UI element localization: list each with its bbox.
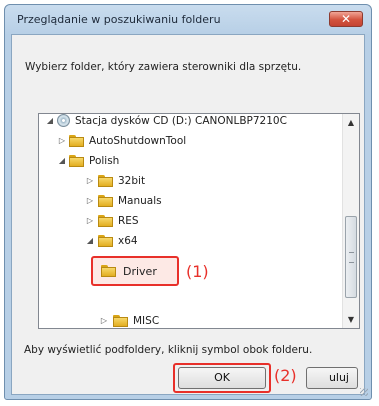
tree-item-32bit[interactable]: ▷ 32bit — [39, 171, 339, 191]
tree-item-label: x64 — [118, 235, 138, 247]
scroll-up-icon[interactable]: ▲ — [343, 114, 359, 131]
folder-icon — [69, 155, 84, 167]
tree-item-autoshutdowntool[interactable]: ▷ AutoShutdownTool — [39, 131, 339, 151]
tree-item-misc[interactable]: ▷ MISC — [39, 311, 339, 328]
tree-item-label: Polish — [89, 155, 120, 167]
callout-2: (2) — [274, 366, 297, 385]
expand-icon[interactable]: ▷ — [85, 191, 95, 211]
expand-icon[interactable]: ▷ — [85, 211, 95, 231]
tree-item-label: RES — [118, 215, 139, 227]
tree-item-polish[interactable]: ◢ Polish — [39, 151, 339, 171]
browse-folder-dialog: Przeglądanie w poszukiwaniu folderu ✕ Wy… — [4, 4, 372, 400]
folder-icon — [98, 215, 113, 227]
tree-item-label: MISC — [133, 315, 160, 327]
close-button[interactable]: ✕ — [329, 11, 363, 27]
dialog-title: Przeglądanie w poszukiwaniu folderu — [17, 13, 221, 26]
cancel-button-label: uluj — [328, 371, 349, 384]
hint-text: Aby wyświetlić podfoldery, kliknij symbo… — [24, 344, 313, 356]
expand-icon[interactable]: ▷ — [85, 171, 95, 191]
tree-item-label: Stacja dysków CD (D:) CANONLBP7210C — [75, 115, 287, 127]
cd-drive-icon — [57, 114, 70, 127]
tree-item-x64[interactable]: ◢ x64 — [39, 231, 339, 251]
collapse-icon[interactable]: ◢ — [45, 114, 55, 131]
instruction-text: Wybierz folder, który zawiera sterowniki… — [25, 61, 302, 73]
expand-icon[interactable]: ▷ — [99, 311, 109, 328]
title-bar[interactable]: Przeglądanie w poszukiwaniu folderu ✕ — [5, 5, 371, 35]
folder-icon — [98, 175, 113, 187]
tree-item-driver-selected[interactable]: Driver — [91, 256, 179, 286]
tree-item-label: AutoShutdownTool — [89, 135, 187, 147]
scroll-thumb[interactable] — [345, 216, 357, 298]
scroll-down-icon[interactable]: ▼ — [343, 311, 359, 328]
tree-item-res[interactable]: ▷ RES — [39, 211, 339, 231]
tree-item-manuals[interactable]: ▷ Manuals — [39, 191, 339, 211]
folder-icon — [69, 135, 84, 147]
expand-icon[interactable]: ▷ — [57, 131, 67, 151]
resize-grip-icon[interactable] — [360, 388, 368, 396]
tree-item-label: Driver — [123, 265, 157, 278]
tree-item-cd-drive[interactable]: ◢ Stacja dysków CD (D:) CANONLBP7210C — [39, 114, 339, 131]
collapse-icon[interactable]: ◢ — [85, 231, 95, 251]
ok-button[interactable]: OK — [178, 367, 266, 389]
collapse-icon[interactable]: ◢ — [57, 151, 67, 171]
tree-item-label: 32bit — [118, 175, 146, 187]
folder-icon — [101, 265, 116, 277]
callout-1: (1) — [186, 262, 209, 281]
close-icon: ✕ — [340, 12, 352, 26]
tree-item-label: Manuals — [118, 195, 162, 207]
cancel-button[interactable]: uluj — [306, 367, 358, 389]
dialog-body: Wybierz folder, który zawiera sterowniki… — [11, 34, 365, 395]
folder-tree[interactable]: ◢ Stacja dysków CD (D:) CANONLBP7210C ▷ … — [38, 113, 360, 329]
folder-icon — [98, 195, 113, 207]
folder-icon — [98, 235, 113, 247]
folder-icon — [113, 315, 128, 327]
tree-scrollbar[interactable]: ▲ ▼ — [342, 114, 359, 328]
